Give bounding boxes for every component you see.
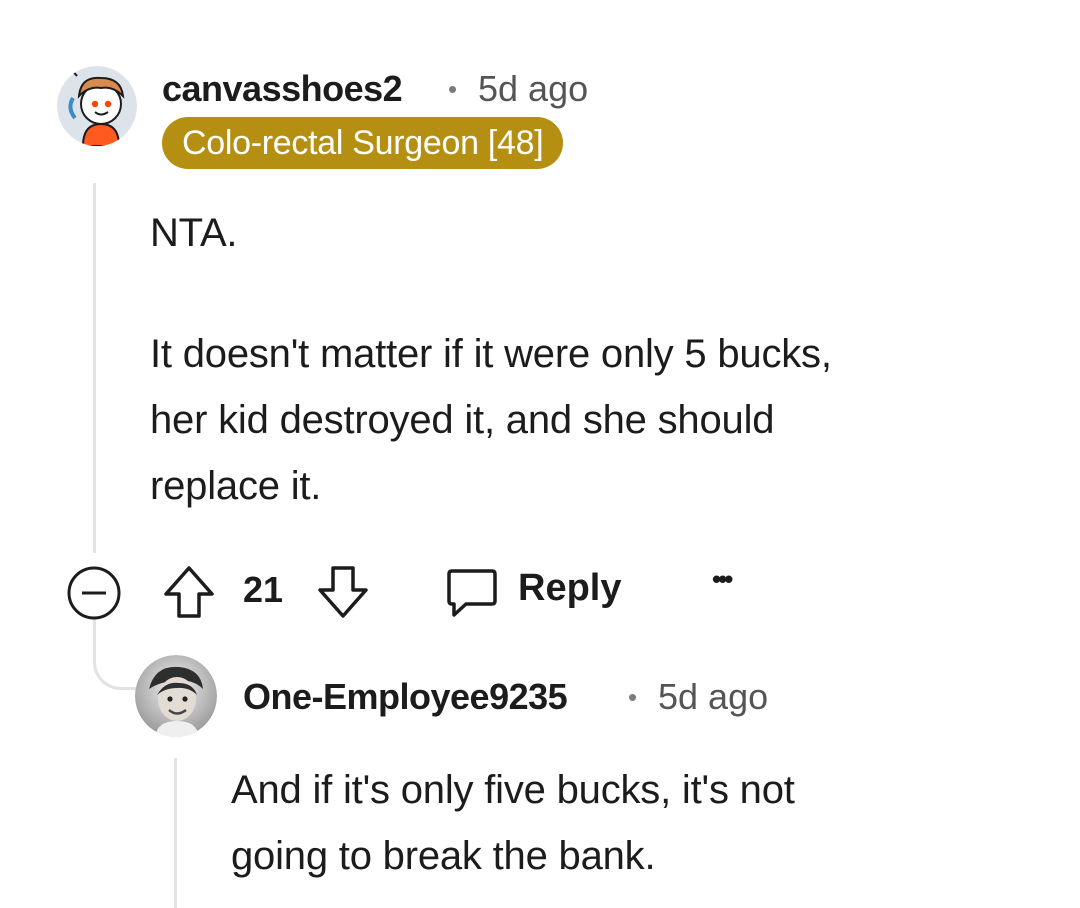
photo-avatar-icon [135,655,217,737]
collapse-button[interactable] [66,565,122,621]
user-flair: Colo-rectal Surgeon [48] [162,117,564,169]
comment-bubble-icon [447,569,497,617]
thread-line[interactable] [93,183,96,553]
comment-actions: 21 Reply ••• [66,562,786,620]
avatar[interactable] [57,66,137,146]
comment-body-line: And if it's only five bucks, it's not [231,768,795,812]
collapse-minus-icon [67,566,121,620]
more-dots-icon: ••• [712,564,733,594]
more-options-button[interactable]: ••• [712,564,733,595]
comment-body-line: It doesn't matter if it were only 5 buck… [150,332,832,376]
reply-button[interactable]: Reply [444,562,634,620]
reply-label: Reply [518,567,622,609]
downvote-arrow-icon [318,566,368,618]
thread-connector [93,610,143,690]
thread-line-reply[interactable] [174,758,177,908]
upvote-button[interactable] [162,564,216,620]
timestamp[interactable]: 5d ago [478,68,588,110]
username[interactable]: One-Employee9235 [243,676,568,718]
timestamp[interactable]: 5d ago [658,676,768,718]
downvote-button[interactable] [316,564,370,620]
separator-dot: • [448,74,458,104]
username[interactable]: canvasshoes2 [162,68,403,110]
snoo-avatar-icon [57,66,137,146]
avatar[interactable] [135,655,217,737]
comment-body-line: her kid destroyed it, and she should [150,398,775,442]
comment-body-line: replace it. [150,464,322,508]
comment-body-line: going to break the bank. [231,834,656,878]
comment-body-line: NTA. [150,211,238,255]
vote-count: 21 [243,569,284,610]
upvote-arrow-icon [164,566,214,618]
separator-dot: • [628,682,638,712]
